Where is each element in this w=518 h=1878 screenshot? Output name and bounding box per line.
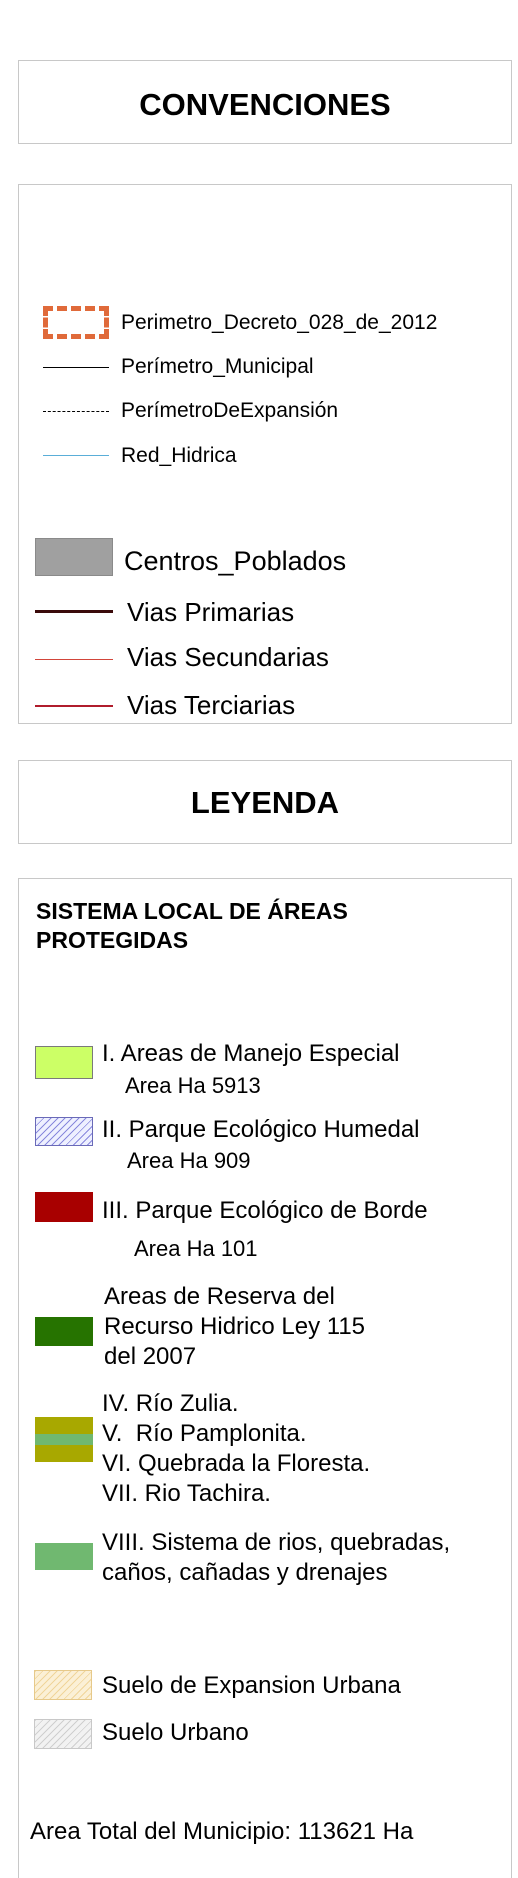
red-hidrica-symbol (43, 455, 109, 456)
convenciones-title-box: CONVENCIONES (18, 60, 512, 144)
perimetro-expansion-symbol (43, 411, 109, 412)
suelo-urbano-symbol (34, 1719, 92, 1749)
vias-secundarias-symbol (35, 659, 113, 660)
section-title-line-2: PROTEGIDAS (36, 927, 189, 953)
suelo-expansion-label: Suelo de Expansion Urbana (102, 1672, 401, 1699)
parque-humedal-area: Area Ha 909 (127, 1148, 251, 1173)
areas-reserva-line-1: Areas de Reserva del (104, 1283, 335, 1310)
vias-secundarias-label: Vias Secundarias (127, 642, 329, 672)
leyenda-panel: SISTEMA LOCAL DE ÁREAS PROTEGIDAS I. Are… (18, 878, 512, 1878)
sistema-rios-line-2: caños, cañadas y drenajes (102, 1559, 388, 1586)
rio-pamplonita-label: V. Río Pamplonita. (102, 1420, 307, 1447)
convenciones-title: CONVENCIONES (139, 87, 391, 122)
sistema-rios-line-1: VIII. Sistema de rios, quebradas, (102, 1529, 451, 1556)
leyenda-title: LEYENDA (190, 785, 340, 820)
vias-terciarias-label: Vias Terciarias (127, 690, 296, 720)
perimetro-municipal-label: Perímetro_Municipal (121, 355, 314, 378)
perimetro-decreto-symbol (43, 306, 109, 339)
perimetro-municipal-symbol (43, 367, 109, 368)
centros-poblados-label: Centros_Poblados (124, 546, 347, 576)
perimetro-expansion-label: PerímetroDeExpansión (121, 399, 339, 422)
sistema-rios-symbol (35, 1543, 93, 1570)
parque-borde-label: III. Parque Ecológico de Borde (102, 1197, 428, 1224)
areas-reserva-line-3: del 2007 (104, 1343, 197, 1370)
areas-manejo-especial-symbol (35, 1046, 93, 1079)
centros-poblados-symbol (35, 538, 113, 576)
red-hidrica-label: Red_Hidrica (121, 444, 237, 467)
leyenda-title-box: LEYENDA (18, 760, 512, 844)
rio-zulia-label: IV. Río Zulia. (102, 1390, 239, 1417)
areas-manejo-especial-label: I. Areas de Manejo Especial (102, 1040, 400, 1067)
suelo-urbano-label: Suelo Urbano (102, 1719, 249, 1746)
parque-borde-symbol (35, 1192, 93, 1222)
section-title-line-1: SISTEMA LOCAL DE ÁREAS (36, 898, 348, 924)
vias-primarias-label: Vias Primarias (127, 597, 295, 627)
perimetro-decreto-label: Perimetro_Decreto_028_de_2012 (121, 311, 438, 334)
convenciones-panel: Perimetro_Decreto_028_de_2012 Perímetro_… (18, 184, 512, 724)
area-total-label: Area Total del Municipio: 113621 Ha (30, 1818, 414, 1845)
parque-borde-area: Area Ha 101 (134, 1236, 258, 1261)
rios-principales-symbol (35, 1417, 93, 1462)
areas-reserva-line-2: Recurso Hidrico Ley 115 (104, 1313, 366, 1340)
suelo-expansion-symbol (34, 1670, 92, 1700)
rio-tachira-label: VII. Rio Tachira. (102, 1480, 271, 1507)
vias-terciarias-symbol (35, 705, 113, 707)
quebrada-floresta-label: VI. Quebrada la Floresta. (102, 1450, 371, 1477)
parque-humedal-symbol (35, 1117, 93, 1146)
areas-reserva-symbol (35, 1317, 93, 1346)
areas-manejo-especial-area: Area Ha 5913 (125, 1073, 261, 1098)
parque-humedal-label: II. Parque Ecológico Humedal (102, 1116, 420, 1143)
vias-primarias-symbol (35, 610, 113, 613)
